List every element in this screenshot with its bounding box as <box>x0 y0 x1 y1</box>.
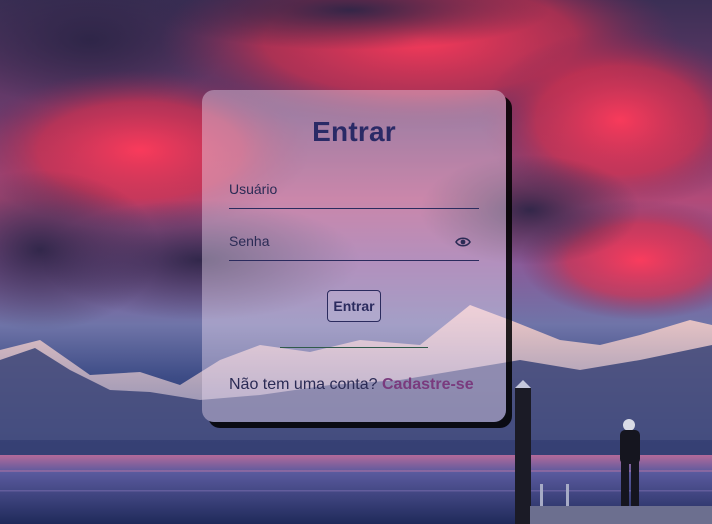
login-card: Entrar Usuário Senha Entrar Não tem uma … <box>202 90 506 422</box>
login-screen: Entrar Usuário Senha Entrar Não tem uma … <box>0 0 712 524</box>
username-label: Usuário <box>229 181 278 197</box>
signup-link[interactable]: Cadastre-se <box>382 376 474 393</box>
login-title: Entrar <box>312 116 396 147</box>
divider <box>280 347 428 348</box>
no-account-text: Não tem uma conta? <box>229 376 378 393</box>
signup-prompt: Não tem uma conta? Cadastre-se <box>229 376 474 394</box>
password-field[interactable]: Senha <box>229 230 479 261</box>
username-field[interactable]: Usuário <box>229 178 479 209</box>
eye-icon[interactable] <box>455 235 471 247</box>
submit-button[interactable]: Entrar <box>327 290 381 322</box>
password-label: Senha <box>229 233 270 249</box>
